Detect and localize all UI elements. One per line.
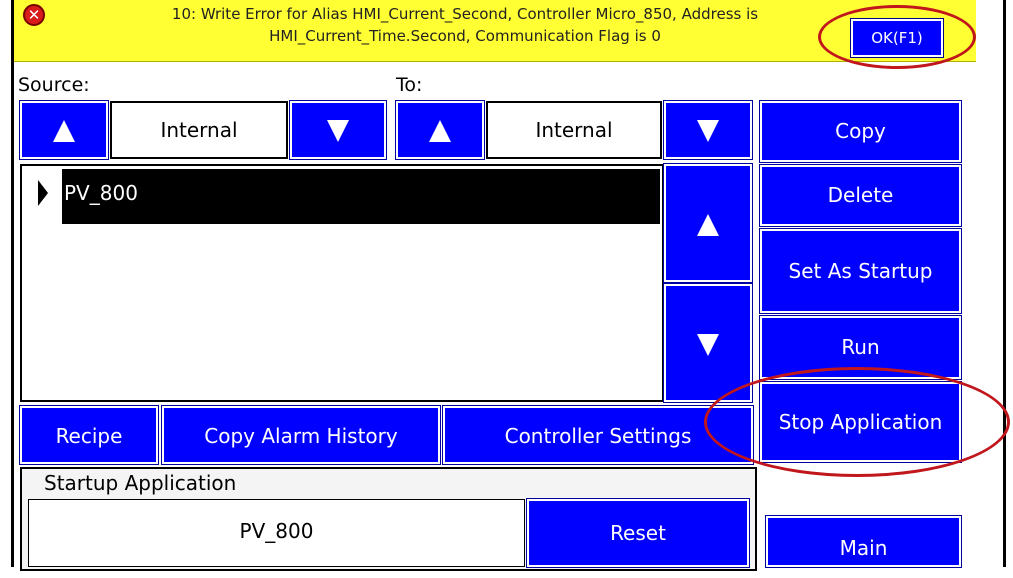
startup-application-value: PV_800 bbox=[28, 499, 525, 567]
selection-caret-icon bbox=[38, 180, 48, 206]
arrow-down-icon bbox=[327, 120, 349, 142]
startup-application-title: Startup Application bbox=[44, 471, 237, 495]
list-scroll-up-button[interactable] bbox=[663, 163, 753, 283]
list-item-selected[interactable]: PV_800 bbox=[62, 169, 660, 224]
window-frame-left bbox=[11, 0, 14, 567]
arrow-up-icon bbox=[697, 214, 719, 236]
alert-message-line1: 10: Write Error for Alias HMI_Current_Se… bbox=[171, 5, 759, 23]
reset-button[interactable]: Reset bbox=[526, 498, 750, 568]
source-value: Internal bbox=[110, 101, 288, 159]
recipe-button[interactable]: Recipe bbox=[19, 405, 159, 465]
highlight-ring-ok bbox=[818, 5, 976, 69]
to-label: To: bbox=[396, 74, 423, 96]
arrow-up-icon bbox=[429, 120, 451, 142]
to-down-button[interactable] bbox=[663, 100, 753, 160]
source-down-button[interactable] bbox=[289, 100, 387, 160]
window-frame-right bbox=[1003, 0, 1006, 567]
arrow-up-icon bbox=[53, 120, 75, 142]
copy-alarm-history-button[interactable]: Copy Alarm History bbox=[161, 405, 441, 465]
list-scroll-down-button[interactable] bbox=[663, 283, 753, 403]
to-value: Internal bbox=[486, 101, 662, 159]
source-up-button[interactable] bbox=[19, 100, 109, 160]
application-list[interactable]: PV_800 bbox=[20, 164, 664, 402]
highlight-ring-stop-application bbox=[704, 367, 1010, 477]
main-button[interactable]: Main bbox=[765, 515, 962, 568]
arrow-down-icon bbox=[697, 334, 719, 356]
arrow-down-icon bbox=[697, 120, 719, 142]
source-label: Source: bbox=[18, 74, 90, 96]
copy-button[interactable]: Copy bbox=[759, 100, 962, 163]
alert-message: 10: Write Error for Alias HMI_Current_Se… bbox=[100, 3, 830, 59]
delete-button[interactable]: Delete bbox=[759, 164, 962, 227]
to-up-button[interactable] bbox=[395, 100, 485, 160]
set-as-startup-button[interactable]: Set As Startup bbox=[759, 228, 962, 314]
error-x-icon: ✕ bbox=[23, 4, 45, 26]
alert-message-line2: HMI_Current_Time.Second, Communication F… bbox=[269, 27, 661, 45]
